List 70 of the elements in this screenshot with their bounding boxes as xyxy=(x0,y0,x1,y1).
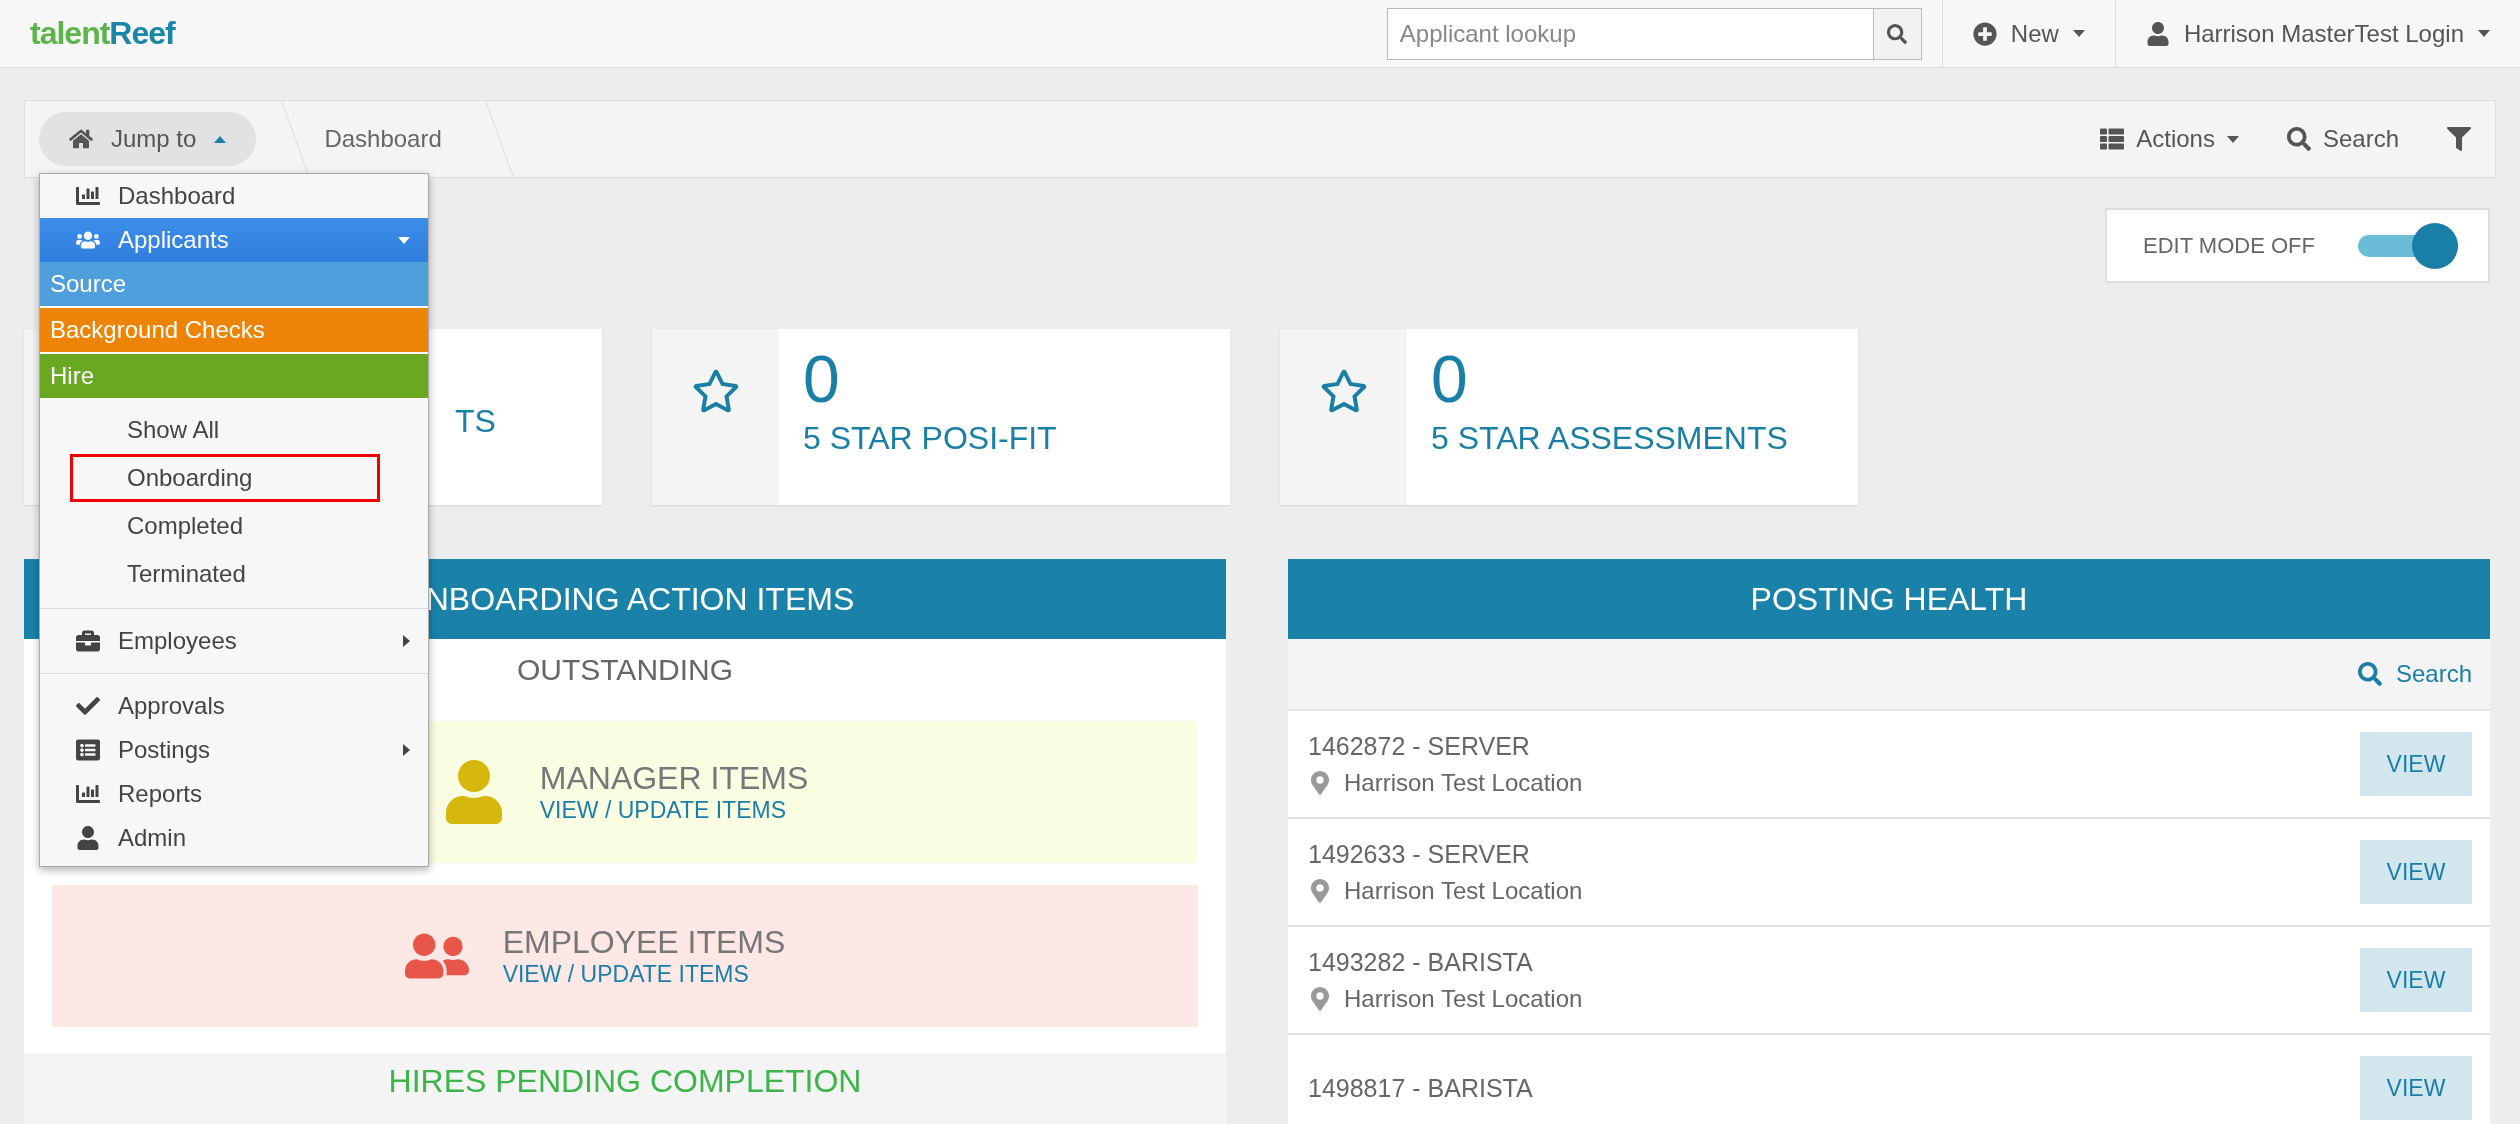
person-icon xyxy=(76,826,100,850)
view-button[interactable]: VIEW xyxy=(2360,732,2472,796)
home-icon xyxy=(69,127,93,151)
section-heading: HIRES PENDING COMPLETION xyxy=(388,1063,862,1101)
caret-icon xyxy=(403,635,410,647)
search-link[interactable]: Search xyxy=(2357,660,2472,688)
caret-icon xyxy=(2072,30,2085,37)
edit-mode-label: EDIT MODE OFF xyxy=(2143,232,2315,259)
view-update-link[interactable]: VIEW / UPDATE ITEMS xyxy=(502,961,786,988)
user-icon xyxy=(2145,21,2170,46)
item-title: EMPLOYEE ITEMS xyxy=(502,924,786,961)
stat-label[interactable]: TS xyxy=(455,403,602,440)
plus-icon xyxy=(1972,21,1997,46)
search-icon xyxy=(2357,662,2382,686)
menu-item[interactable]: Completed xyxy=(70,502,380,550)
star-icon xyxy=(691,367,740,415)
stage-item[interactable]: Source xyxy=(40,262,428,308)
stat-value: 0 xyxy=(803,343,841,416)
action-item-card[interactable]: EMPLOYEE ITEMS VIEW / UPDATE ITEMS xyxy=(52,885,1198,1027)
search-button[interactable]: Search xyxy=(2262,125,2423,153)
search-field[interactable]: Applicant lookup xyxy=(1386,7,1874,60)
view-button[interactable]: VIEW xyxy=(2360,948,2472,1012)
briefcase-icon xyxy=(76,629,100,653)
stage-item[interactable]: Hire xyxy=(40,354,428,400)
bar-chart-icon xyxy=(76,184,100,208)
item-title: MANAGER ITEMS xyxy=(539,760,809,797)
menu-item[interactable]: Onboarding xyxy=(70,454,380,502)
posting-location: Harrison Test Location xyxy=(1344,984,1583,1013)
list-icon xyxy=(2100,127,2125,151)
stat-label[interactable]: 5 STAR ASSESSMENTS xyxy=(1431,419,1858,457)
stat-label[interactable]: 5 STAR POSI-FIT xyxy=(803,419,1230,457)
stage-item[interactable]: Background Checks xyxy=(40,308,428,354)
search-icon xyxy=(2286,127,2311,151)
view-update-link[interactable]: VIEW / UPDATE ITEMS xyxy=(539,797,809,824)
caret-icon xyxy=(2226,135,2239,143)
map-pin-icon xyxy=(1308,770,1332,795)
filter-icon xyxy=(2447,127,2471,151)
view-button[interactable]: VIEW xyxy=(2360,1056,2472,1120)
map-pin-icon xyxy=(1308,986,1332,1011)
caret-icon xyxy=(214,135,227,143)
search-icon xyxy=(1887,23,1908,44)
bar-chart-icon xyxy=(76,782,100,806)
list-icon xyxy=(76,738,100,762)
menu-item[interactable]: Dashboard xyxy=(40,174,428,218)
checkmark-icon xyxy=(76,694,100,718)
posting-title: 1498817 - BARISTA xyxy=(1308,1073,1534,1103)
menu-item[interactable]: Show All xyxy=(70,406,380,454)
menu-item[interactable]: Applicants xyxy=(40,218,428,262)
panel-header: POSTING HEALTH xyxy=(1288,559,2490,639)
posting-location: Harrison Test Location xyxy=(1344,768,1583,797)
search-button[interactable] xyxy=(1873,7,1922,60)
caret-icon xyxy=(2478,30,2490,37)
map-pin-icon xyxy=(1308,878,1332,903)
posting-title: 1492633 - SERVER xyxy=(1308,839,1531,869)
star-icon xyxy=(1319,367,1368,415)
section-heading: OUTSTANDING xyxy=(516,653,734,687)
caret-icon xyxy=(403,744,410,756)
posting-title: 1493282 - BARISTA xyxy=(1308,947,1534,977)
breadcrumb-item[interactable]: Dashboard xyxy=(306,125,460,153)
actions-button[interactable]: Actions xyxy=(2076,125,2263,153)
stat-value: 0 xyxy=(1431,343,1469,416)
edit-mode-toggle[interactable] xyxy=(2358,222,2458,269)
new-button[interactable]: New xyxy=(1941,0,2115,68)
posting-location: Harrison Test Location xyxy=(1344,876,1583,905)
user-menu-button[interactable]: Harrison MasterTest Login xyxy=(2114,0,2520,68)
posting-title: 1462872 - SERVER xyxy=(1308,731,1531,761)
view-button[interactable]: VIEW xyxy=(2360,840,2472,904)
logo: talentReef xyxy=(30,15,175,52)
jump-to-button[interactable]: Jump to xyxy=(39,112,257,166)
caret-icon xyxy=(398,236,410,244)
